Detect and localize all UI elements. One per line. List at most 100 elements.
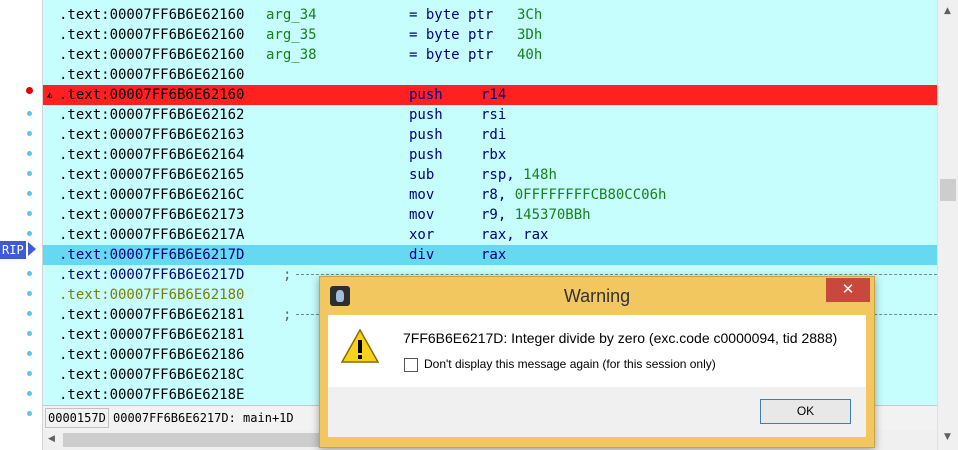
row-address: .text:00007FF6B6E6217D (59, 267, 245, 283)
row-operand-number: 145370BBh (514, 207, 591, 223)
row-mnemonic: mov (409, 207, 435, 223)
row-address: .text:00007FF6B6E6218C (59, 367, 245, 383)
listing-row[interactable]: .text:00007FF6B6E62162 push rsi (43, 105, 937, 125)
row-comment: ; (283, 307, 292, 323)
execution-dot-icon (27, 151, 32, 156)
row-operand[interactable]: rax (481, 245, 506, 265)
row-mnemonic: push (409, 107, 443, 123)
row-operand-number: 148h (523, 167, 557, 183)
horizontal-scroll-thumb[interactable] (63, 433, 333, 447)
close-icon[interactable]: ✕ (826, 278, 870, 302)
row-address: .text:00007FF6B6E62162 (59, 107, 245, 123)
row-mnemonic: = byte ptr (409, 47, 494, 63)
row-address: .text:00007FF6B6E62181 (59, 327, 245, 343)
rip-arrow-icon (28, 242, 36, 256)
execution-dot-icon (27, 391, 32, 396)
execution-dot-icon (27, 231, 32, 236)
row-operand[interactable]: r8, 0FFFFFFFFCB80CC06h (481, 185, 666, 205)
listing-row[interactable]: ◭ .text:00007FF6B6E62160 push r14 (43, 85, 937, 105)
row-label[interactable]: arg_38 (266, 45, 317, 65)
dont-show-again-checkbox[interactable] (404, 358, 418, 372)
row-operand[interactable]: rsi (481, 105, 506, 125)
row-address: .text:00007FF6B6E62164 (59, 147, 245, 163)
row-operand-text: rax, rax (481, 227, 549, 243)
dialog-message: 7FF6B6E6217D: Integer divide by zero (ex… (403, 330, 838, 346)
listing-row[interactable]: .text:00007FF6B6E62160 (43, 65, 937, 85)
row-address: .text:00007FF6B6E6217A (59, 227, 245, 243)
row-mnemonic: div (409, 247, 435, 263)
row-operand-text: rbx (481, 147, 507, 163)
row-address: .text:00007FF6B6E62181 (59, 307, 245, 323)
row-operand[interactable]: rbx (481, 145, 506, 165)
row-mnemonic: = byte ptr (409, 7, 494, 23)
execution-dot-icon (27, 111, 32, 116)
warning-icon (340, 328, 380, 363)
execution-dot-icon (27, 271, 32, 276)
listing-row[interactable]: .text:00007FF6B6E6217D div rax (43, 245, 937, 265)
scroll-up-icon[interactable]: ▲ (944, 6, 951, 16)
listing-row[interactable]: .text:00007FF6B6E62164 push rbx (43, 145, 937, 165)
row-address: .text:00007FF6B6E62160 (59, 67, 245, 83)
row-operand[interactable]: 40h (517, 45, 542, 65)
row-address: .text:00007FF6B6E62165 (59, 167, 245, 183)
listing-row[interactable]: .text:00007FF6B6E62160 arg_34 = byte ptr 3C… (43, 5, 937, 25)
scroll-down-icon[interactable]: ▼ (944, 432, 951, 442)
row-operand[interactable]: rsp, 148h (481, 165, 557, 185)
row-mnemonic: mov (409, 187, 435, 203)
row-address: .text:00007FF6B6E62163 (59, 127, 245, 143)
listing-row[interactable]: .text:00007FF6B6E62163 push rdi (43, 125, 937, 145)
execution-dot-icon (27, 171, 32, 176)
row-operand-text: 3Dh (517, 27, 543, 43)
row-operand[interactable]: r14 (481, 85, 506, 105)
row-address: .text:00007FF6B6E62160 (59, 7, 245, 23)
row-operand-number: 0FFFFFFFFCB80CC06h (514, 187, 667, 203)
row-operand[interactable]: 3Ch (517, 5, 542, 25)
row-operand[interactable]: 3Dh (517, 25, 542, 45)
row-mnemonic: xor (409, 227, 435, 243)
row-operand-text: r8, (481, 187, 507, 203)
breakpoint-dot-icon[interactable] (26, 87, 33, 94)
row-operand-text: rsp, (481, 167, 515, 183)
row-operand-text: 3Ch (517, 7, 543, 23)
row-mnemonic: sub (409, 167, 435, 183)
row-label[interactable]: arg_35 (266, 25, 317, 45)
listing-row[interactable]: .text:00007FF6B6E62160 arg_38 = byte ptr 40… (43, 45, 937, 65)
gutter[interactable]: RIP (0, 0, 43, 450)
row-address: .text:00007FF6B6E62160 (59, 27, 245, 43)
row-operand-text: 40h (517, 47, 543, 63)
dont-show-again-label[interactable]: Don't display this message again (for th… (424, 357, 716, 371)
vertical-scroll-thumb[interactable] (940, 179, 956, 201)
listing-row[interactable]: .text:00007FF6B6E6217A xor rax, rax (43, 225, 937, 245)
execution-dot-icon (27, 351, 32, 356)
row-address: .text:00007FF6B6E62186 (59, 347, 245, 363)
row-operand-text: r14 (481, 87, 507, 103)
dialog-titlebar[interactable]: Warning ✕ (320, 277, 874, 315)
execution-dot-icon (27, 411, 32, 416)
row-address: .text:00007FF6B6E6217D (59, 247, 245, 263)
row-mnemonic: = byte ptr (409, 27, 494, 43)
listing-row[interactable]: .text:00007FF6B6E6216C mov r8, 0FFFFFFFFCB… (43, 185, 937, 205)
scroll-left-icon[interactable]: ◀ (48, 434, 55, 444)
row-mnemonic: push (409, 127, 443, 143)
execution-dot-icon (27, 191, 32, 196)
row-label[interactable]: arg_34 (266, 5, 317, 25)
row-address: .text:00007FF6B6E62160 (59, 47, 245, 63)
vertical-scrollbar[interactable]: ▲ ▼ (937, 0, 958, 450)
dialog-title: Warning (563, 286, 631, 306)
ok-button[interactable]: OK (760, 399, 851, 424)
listing-row[interactable]: .text:00007FF6B6E62173 mov r9, 145370BBh (43, 205, 937, 225)
separator-line (296, 274, 937, 275)
row-operand[interactable]: rdi (481, 125, 506, 145)
execution-dot-icon (27, 371, 32, 376)
row-operand-text: rsi (481, 107, 507, 123)
dialog-footer: OK (328, 387, 866, 437)
rip-badge: RIP (0, 241, 26, 259)
dialog-body: 7FF6B6E6217D: Integer divide by zero (ex… (328, 315, 866, 387)
status-offset: 0000157D (45, 408, 109, 428)
row-operand[interactable]: rax, rax (481, 225, 548, 245)
listing-row[interactable]: .text:00007FF6B6E62160 arg_35 = byte ptr 3D… (43, 25, 937, 45)
listing-row[interactable]: .text:00007FF6B6E62165 sub rsp, 148h (43, 165, 937, 185)
row-operand[interactable]: r9, 145370BBh (481, 205, 591, 225)
row-address: .text:00007FF6B6E62173 (59, 207, 245, 223)
row-address: .text:00007FF6B6E62160 (59, 87, 245, 103)
